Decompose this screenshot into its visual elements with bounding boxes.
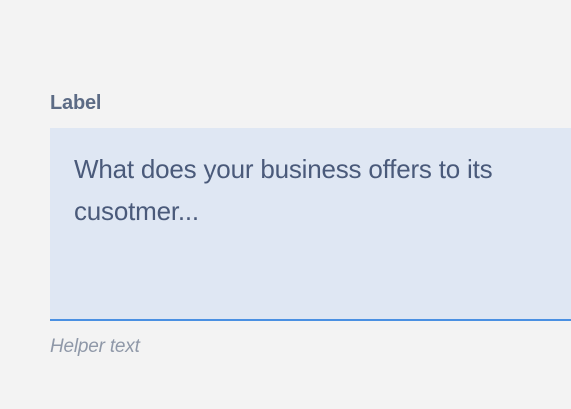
field-label: Label: [50, 92, 102, 114]
helper-text: Helper text: [50, 336, 140, 357]
textarea-container[interactable]: [50, 128, 571, 321]
text-area-field: Label Helper text: [50, 90, 571, 359]
business-description-textarea[interactable]: [50, 128, 571, 319]
